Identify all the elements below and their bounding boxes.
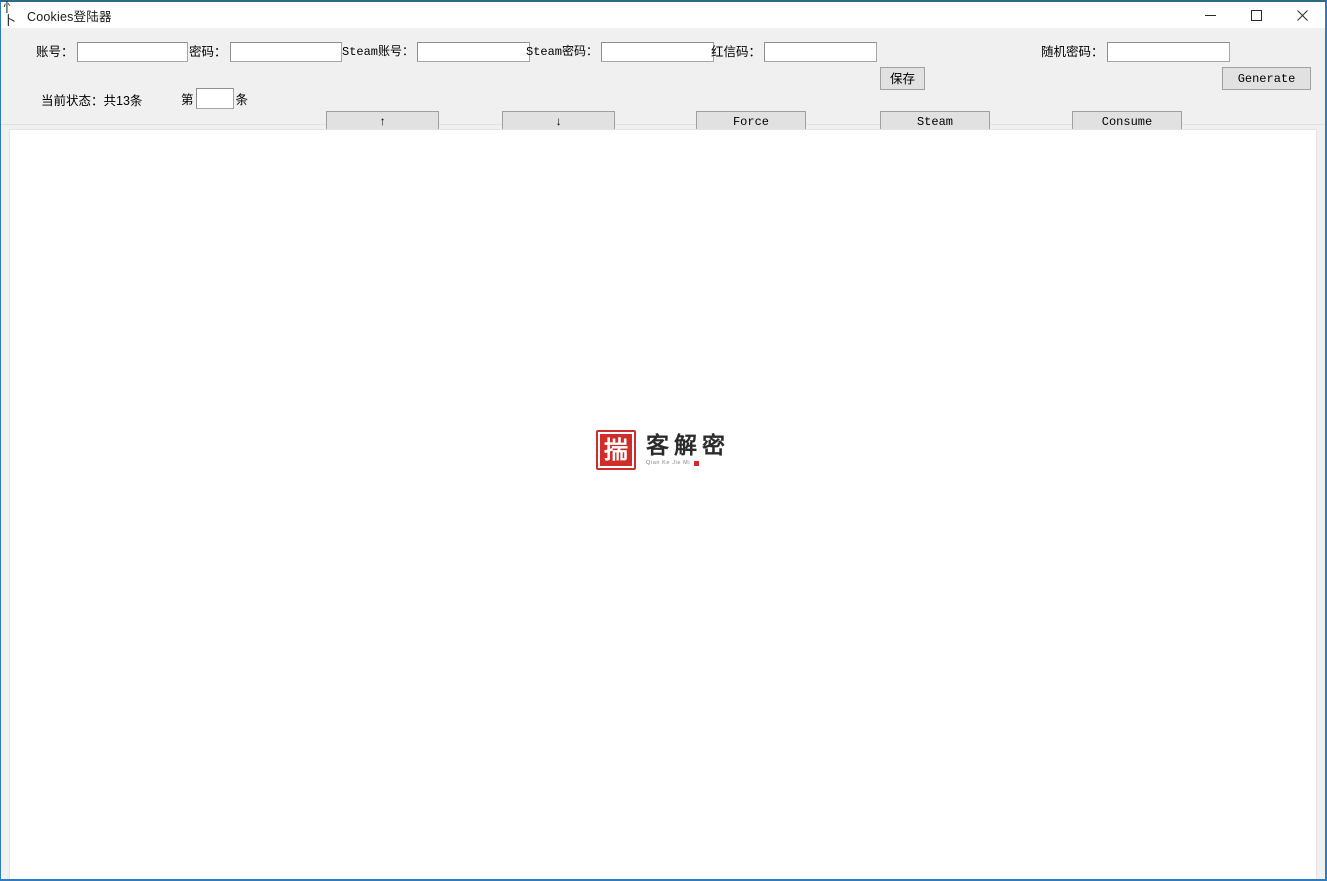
record-index-input[interactable] — [195, 88, 234, 109]
brand-dot-icon — [694, 461, 700, 466]
browser-view[interactable]: 揣 客解密 Qian Ke Jie Mi — [9, 129, 1317, 879]
random-password-input[interactable] — [1106, 42, 1230, 62]
red-code-input[interactable] — [764, 42, 878, 62]
password-field-group: 密码： — [189, 42, 342, 62]
title-bar[interactable]: 忄卜 Cookies登陆器 — [1, 2, 1325, 28]
maximize-icon[interactable] — [1233, 2, 1279, 28]
app-window: 忄卜 Cookies登陆器 账号： 密码： Steam账号： Steam密码： … — [0, 0, 1327, 881]
password-label: 密码： — [189, 44, 227, 59]
random-password-field-group: 随机密码： — [1041, 42, 1230, 62]
record-index-group: 第 条 — [181, 88, 248, 109]
toolbar-row-credentials: 账号： 密码： Steam账号： Steam密码： 红信码： 保存 随机密码： … — [1, 28, 1325, 90]
minimize-icon[interactable] — [1187, 2, 1233, 28]
brand-name: 客解密 — [646, 431, 730, 459]
toolbar-row-actions: 当前状态：共13条 第 条 ↑ ↓ Force Steam Consume — [1, 76, 1325, 133]
window-title: Cookies登陆器 — [27, 9, 112, 24]
record-index-suffix: 条 — [235, 93, 249, 107]
steam-account-field-group: Steam账号： — [342, 42, 531, 62]
brand-text-block: 客解密 Qian Ke Jie Mi — [646, 434, 730, 467]
status-text: 当前状态：共13条 — [41, 94, 143, 108]
account-label: 账号： — [36, 44, 74, 59]
red-code-field-group: 红信码： — [711, 42, 878, 62]
content-area-wrapper: 揣 客解密 Qian Ke Jie Mi — [1, 125, 1325, 879]
red-code-label: 红信码： — [711, 44, 762, 59]
window-controls — [1187, 2, 1325, 28]
brand-pinyin: Qian Ke Jie Mi — [646, 459, 691, 466]
account-input[interactable] — [76, 42, 188, 62]
toolbar: 账号： 密码： Steam账号： Steam密码： 红信码： 保存 随机密码： … — [1, 28, 1325, 133]
brand-pinyin-row: Qian Ke Jie Mi — [646, 459, 730, 467]
record-index-prefix: 第 — [181, 93, 194, 107]
close-icon[interactable] — [1279, 2, 1325, 28]
password-input[interactable] — [229, 42, 342, 62]
account-field-group: 账号： — [36, 42, 188, 62]
app-glyph-icon: 忄卜 — [3, 1, 16, 29]
steam-password-field-group: Steam密码： — [526, 42, 715, 62]
seal-stamp-icon: 揣 — [596, 430, 636, 470]
seal-character: 揣 — [598, 432, 634, 468]
steam-password-input[interactable] — [601, 42, 715, 62]
steam-account-input[interactable] — [417, 42, 531, 62]
steam-password-label: Steam密码： — [526, 45, 599, 59]
random-password-label: 随机密码： — [1041, 44, 1104, 59]
watermark-logo: 揣 客解密 Qian Ke Jie Mi — [596, 430, 730, 470]
steam-account-label: Steam账号： — [342, 45, 415, 59]
